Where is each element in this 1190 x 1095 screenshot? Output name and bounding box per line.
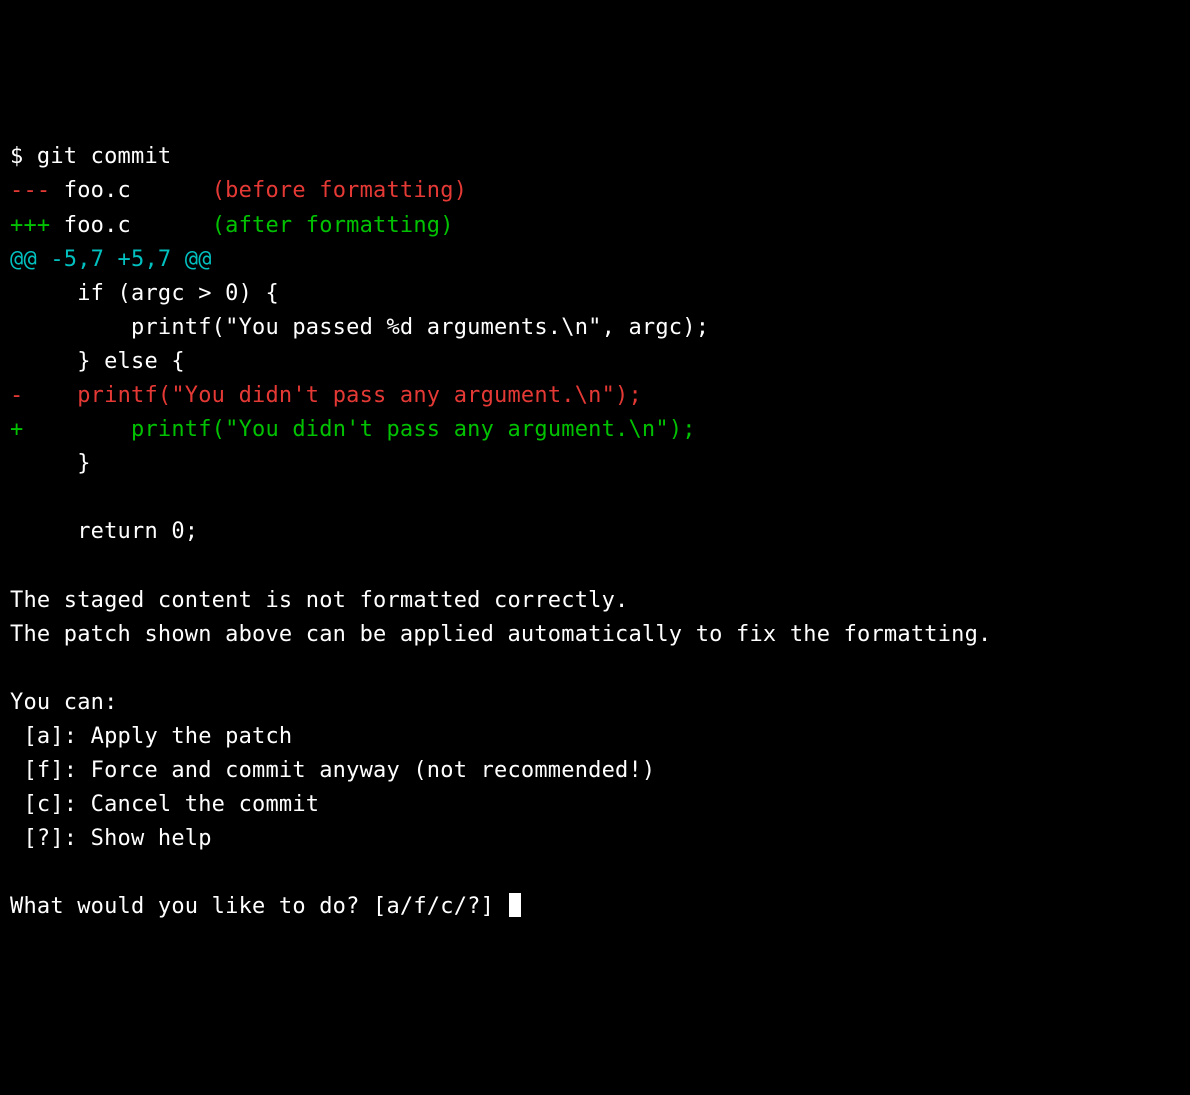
minus-pad bbox=[131, 178, 212, 203]
status-message: The patch shown above can be applied aut… bbox=[10, 622, 992, 647]
plus-filename: foo.c bbox=[64, 213, 131, 238]
options-header: You can: bbox=[10, 690, 118, 715]
question-text: What would you like to do? [a/f/c/?] bbox=[10, 894, 507, 919]
option-force: [f]: Force and commit anyway (not recomm… bbox=[10, 758, 655, 783]
added-text: printf("You didn't pass any argument.\n"… bbox=[23, 417, 695, 442]
diff-added-line: + printf("You didn't pass any argument.\… bbox=[10, 417, 696, 442]
cursor-icon bbox=[509, 893, 521, 917]
plus-pad bbox=[131, 213, 212, 238]
removed-text: printf("You didn't pass any argument.\n"… bbox=[23, 383, 641, 408]
diff-hunk-header: @@ -5,7 +5,7 @@ bbox=[10, 247, 212, 272]
prompt-question[interactable]: What would you like to do? [a/f/c/?] bbox=[10, 894, 521, 919]
diff-context-line: return 0; bbox=[10, 519, 198, 544]
prompt-symbol: $ bbox=[10, 144, 37, 169]
diff-context-line: } else { bbox=[10, 349, 185, 374]
minus-prefix: --- bbox=[10, 178, 64, 203]
diff-removed-line: - printf("You didn't pass any argument.\… bbox=[10, 383, 642, 408]
added-marker: + bbox=[10, 417, 23, 442]
diff-context-line bbox=[10, 485, 23, 510]
plus-prefix: +++ bbox=[10, 213, 64, 238]
removed-marker: - bbox=[10, 383, 23, 408]
command-line: $ git commit bbox=[10, 144, 171, 169]
minus-filename: foo.c bbox=[64, 178, 131, 203]
diff-context-line: if (argc > 0) { bbox=[10, 281, 279, 306]
diff-minus-header: --- foo.c (before formatting) bbox=[10, 178, 467, 203]
option-apply: [a]: Apply the patch bbox=[10, 724, 292, 749]
status-message: The staged content is not formatted corr… bbox=[10, 588, 628, 613]
diff-plus-header: +++ foo.c (after formatting) bbox=[10, 213, 454, 238]
plus-note: (after formatting) bbox=[212, 213, 454, 238]
diff-context-line: printf("You passed %d arguments.\n", arg… bbox=[10, 315, 709, 340]
terminal-output: $ git commit --- foo.c (before formattin… bbox=[10, 140, 1180, 924]
option-help: [?]: Show help bbox=[10, 826, 212, 851]
option-cancel: [c]: Cancel the commit bbox=[10, 792, 319, 817]
diff-context-line: } bbox=[10, 451, 91, 476]
command-text: git commit bbox=[37, 144, 171, 169]
minus-note: (before formatting) bbox=[212, 178, 467, 203]
